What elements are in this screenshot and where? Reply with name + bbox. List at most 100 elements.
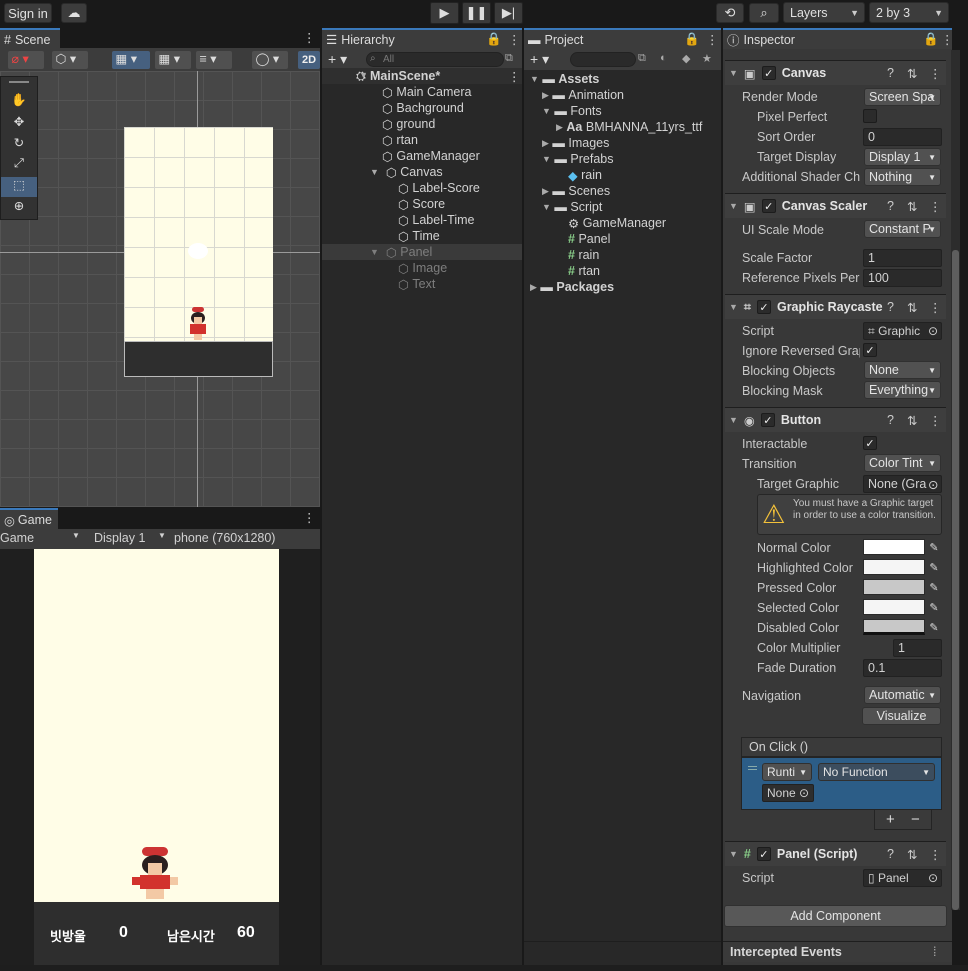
lighting-icon[interactable]: ◯ ▾ bbox=[252, 51, 288, 69]
grid-icon[interactable]: ▦ ▾ bbox=[155, 51, 191, 69]
add-event-button[interactable]: + bbox=[886, 811, 895, 828]
rect-tool-icon[interactable]: ⬚ bbox=[1, 177, 37, 197]
tree-row-scenes[interactable]: ▶ ▬ Scenes bbox=[542, 183, 610, 199]
draw-mode-icon[interactable]: ⌀ ▾ bbox=[8, 51, 44, 69]
more-icon[interactable]: ⋮ bbox=[508, 32, 521, 47]
tree-row-rtan-script[interactable]: # rtan bbox=[568, 263, 600, 279]
game-view-dropdown[interactable]: Game ▼ bbox=[0, 531, 82, 545]
help-icon[interactable]: ? bbox=[887, 66, 894, 80]
component-header-button[interactable]: ▼ ◉ ✓ Button? ⇅ ⋮ bbox=[725, 407, 946, 432]
sort-order-field[interactable]: 0 bbox=[863, 128, 942, 146]
more-icon[interactable]: ⋮ bbox=[303, 30, 316, 45]
more-icon[interactable]: ⋮ bbox=[929, 66, 942, 81]
add-icon[interactable]: + ▾ bbox=[328, 51, 347, 68]
blocking-mask-dropdown[interactable]: Everything ▼ bbox=[864, 381, 941, 399]
scene-view[interactable] bbox=[0, 71, 320, 507]
more-icon[interactable]: ⋮ bbox=[303, 510, 316, 525]
lock-icon[interactable]: 🔒 bbox=[684, 32, 700, 47]
sign-in-button[interactable]: Sign in bbox=[4, 3, 52, 23]
tab-project[interactable]: ▬ Project 🔒 ⋮ bbox=[524, 28, 721, 49]
component-header-panel-script[interactable]: ▼ # ✓ Panel (Script)? ⇅ ⋮ bbox=[725, 841, 946, 866]
enabled-checkbox[interactable]: ✓ bbox=[756, 300, 771, 314]
ignore-reversed-checkbox[interactable]: ✓ bbox=[863, 343, 877, 357]
help-icon[interactable]: ? bbox=[887, 300, 894, 314]
tree-row-rtan[interactable]: ⬡ rtan bbox=[382, 132, 418, 148]
reference-pixels-field[interactable]: 100 bbox=[863, 269, 942, 287]
preset-icon[interactable]: ⇅ bbox=[907, 413, 917, 428]
hierarchy-search-input[interactable]: All bbox=[366, 52, 504, 67]
tab-hierarchy[interactable]: ☰ Hierarchy 🔒 ⋮ bbox=[322, 28, 522, 49]
expand-icon[interactable]: ▼ bbox=[359, 70, 368, 80]
component-header-canvas[interactable]: ▼ ▣ ✓ Canvas? ⇅ ⋮ bbox=[725, 60, 946, 85]
render-mode-icon[interactable]: ⬡ ▾ bbox=[52, 51, 88, 69]
tree-row-bachground[interactable]: ⬡ Bachground bbox=[382, 100, 464, 116]
pixel-perfect-checkbox[interactable] bbox=[863, 109, 877, 123]
ui-scale-mode-dropdown[interactable]: Constant P ▼ bbox=[864, 220, 941, 238]
resolution-dropdown[interactable]: phone (760x1280) bbox=[174, 531, 320, 545]
tree-row-panel-script[interactable]: # Panel bbox=[568, 231, 610, 247]
rotate-tool-icon[interactable]: ↻ bbox=[1, 135, 37, 155]
step-button[interactable]: ▶| bbox=[494, 2, 523, 24]
mode-2d-button[interactable]: 2D bbox=[298, 51, 320, 69]
eyedropper-icon[interactable]: ✎ bbox=[925, 579, 943, 595]
help-icon[interactable]: ? bbox=[887, 847, 894, 861]
interactable-checkbox[interactable]: ✓ bbox=[863, 436, 877, 450]
help-icon[interactable]: ? bbox=[887, 199, 894, 213]
favorite-icon[interactable]: ★ bbox=[702, 52, 712, 65]
render-mode-dropdown[interactable]: Screen Spa ▼ bbox=[864, 88, 941, 106]
scale-factor-field[interactable]: 1 bbox=[863, 249, 942, 267]
shader-channels-dropdown[interactable]: Nothing ▼ bbox=[864, 168, 941, 186]
scrollbar-thumb[interactable] bbox=[952, 250, 959, 910]
tab-inspector[interactable]: ⓘ Inspector 🔒 ⋮ bbox=[723, 28, 954, 49]
drag-handle-icon[interactable] bbox=[9, 81, 29, 83]
add-component-button[interactable]: Add Component bbox=[724, 905, 947, 927]
remove-event-button[interactable]: − bbox=[911, 811, 920, 828]
disabled-color-swatch[interactable] bbox=[863, 619, 925, 635]
history-icon[interactable]: ⟲ bbox=[716, 3, 744, 23]
pressed-color-swatch[interactable] bbox=[863, 579, 925, 595]
tab-game[interactable]: ◎ Game bbox=[0, 508, 58, 530]
visualize-button[interactable]: Visualize bbox=[862, 707, 941, 725]
preset-icon[interactable]: ⇅ bbox=[907, 300, 917, 315]
layers-dropdown[interactable]: Layers ▼ bbox=[783, 2, 865, 23]
tree-row-font-file[interactable]: ▶ Aa BMHANNA_11yrs_ttf bbox=[556, 119, 702, 135]
tree-row-rain-script[interactable]: # rain bbox=[568, 247, 599, 263]
hand-tool-icon[interactable]: ✋ bbox=[1, 93, 37, 113]
fade-duration-field[interactable]: 0.1 bbox=[863, 659, 942, 677]
tree-row-assets[interactable]: ▼ ▬ Assets bbox=[530, 71, 599, 87]
highlighted-color-swatch[interactable] bbox=[863, 559, 925, 575]
display-dropdown[interactable]: Display 1 ▼ bbox=[94, 531, 168, 545]
help-icon[interactable]: ? bbox=[887, 413, 894, 427]
component-header-graphic-raycaster[interactable]: ▼ ⌗ ✓ Graphic Raycaste? ⇅ ⋮ bbox=[725, 294, 946, 319]
tree-row-score[interactable]: ⬡ Score bbox=[398, 196, 445, 212]
tree-row-fonts[interactable]: ▼ ▬ Fonts bbox=[542, 103, 602, 119]
tree-row-image[interactable]: ⬡ Image bbox=[398, 260, 447, 276]
tree-row-script[interactable]: ▼ ▬ Script bbox=[542, 199, 602, 215]
enabled-checkbox[interactable]: ✓ bbox=[761, 66, 776, 80]
layout-dropdown[interactable]: 2 by 3 ▼ bbox=[869, 2, 949, 23]
move-tool-icon[interactable]: ✥ bbox=[1, 114, 37, 134]
normal-color-swatch[interactable] bbox=[863, 539, 925, 555]
tree-row-prefabs[interactable]: ▼ ▬ Prefabs bbox=[542, 151, 613, 167]
more-icon[interactable]: ⋮ bbox=[941, 32, 954, 47]
preset-icon[interactable]: ⇅ bbox=[907, 66, 917, 81]
more-icon[interactable]: ⋮ bbox=[929, 199, 942, 214]
preset-icon[interactable]: ⇅ bbox=[907, 847, 917, 862]
eyedropper-icon[interactable]: ✎ bbox=[925, 599, 943, 615]
tree-row-mainscene[interactable]: ⛭ MainScene* ⋮ bbox=[322, 68, 522, 84]
game-view[interactable]: 빗방울 0 남은시간 60 bbox=[0, 549, 320, 965]
more-icon[interactable]: ⋮ bbox=[929, 847, 942, 862]
filter-icon[interactable]: ◐ bbox=[660, 52, 667, 64]
lock-icon[interactable]: 🔒 bbox=[923, 32, 939, 47]
tree-row-label-time[interactable]: ⬡ Label-Time bbox=[398, 212, 474, 228]
lock-icon[interactable]: 🔒 bbox=[486, 32, 502, 47]
tree-row-rain-prefab[interactable]: ◆ rain bbox=[568, 167, 602, 183]
event-target-field[interactable]: None ⊙ bbox=[762, 784, 814, 802]
tree-row-animation[interactable]: ▶ ▬ Animation bbox=[542, 87, 624, 103]
search-type-icon[interactable]: ⧉ bbox=[638, 52, 646, 65]
tree-row-packages[interactable]: ▶ ▬ Packages bbox=[530, 279, 614, 295]
tree-row-text[interactable]: ⬡ Text bbox=[398, 276, 435, 292]
pause-button[interactable]: ❚❚ bbox=[462, 2, 491, 24]
tree-row-canvas[interactable]: ▼ ⬡ Canvas bbox=[370, 164, 443, 180]
function-dropdown[interactable]: No Function ▼ bbox=[818, 763, 935, 781]
